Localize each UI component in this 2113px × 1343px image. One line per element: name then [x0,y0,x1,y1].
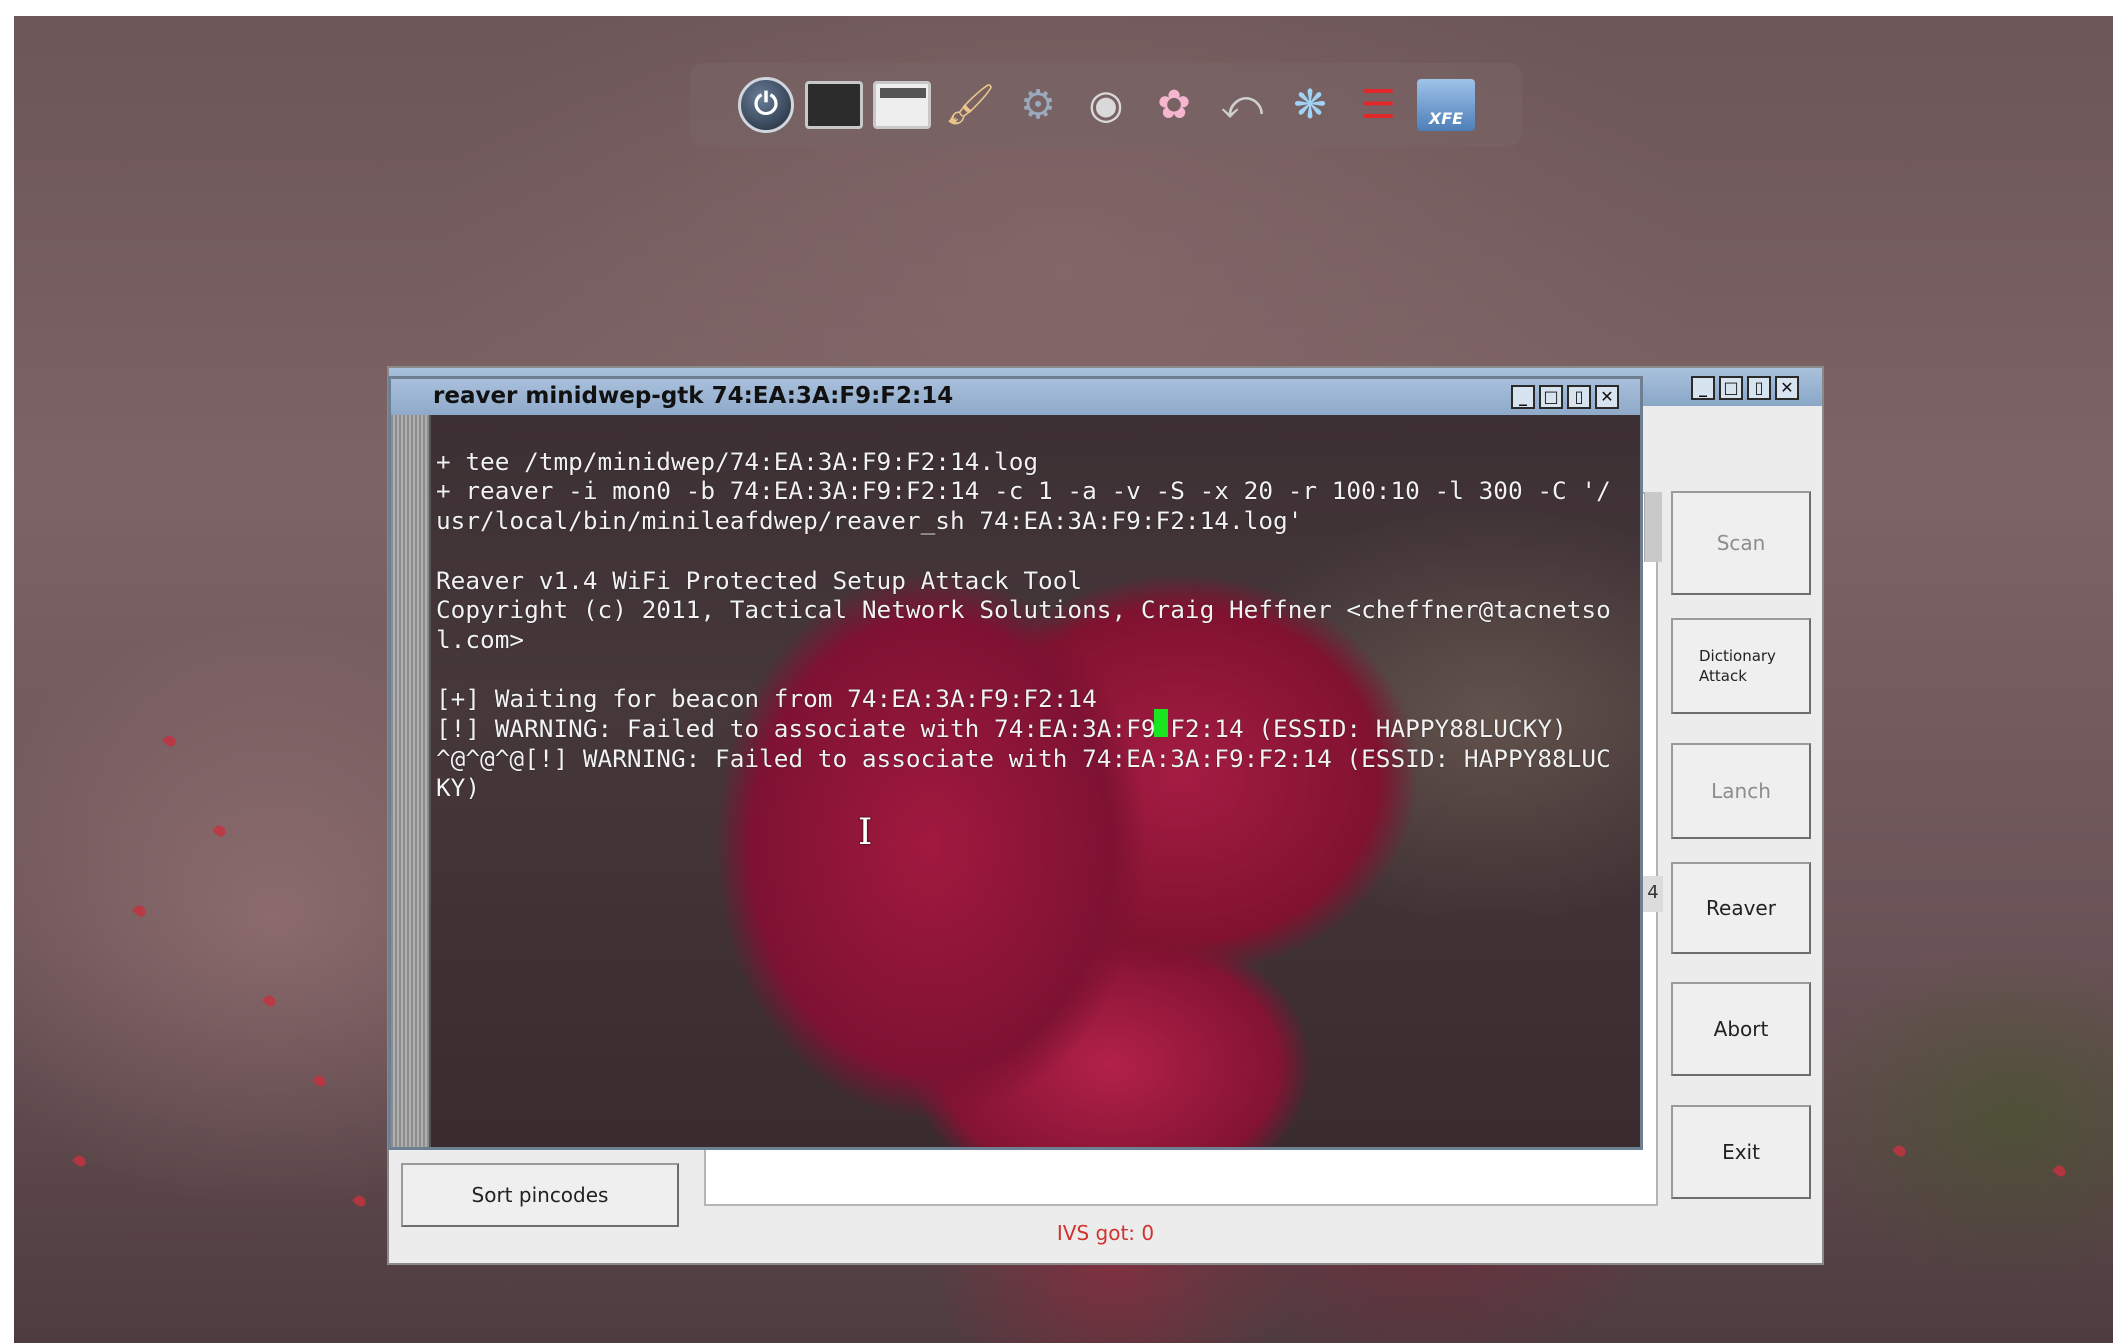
terminal-line: [+] Waiting for beacon from 74:EA:3A:F9:… [436,684,1097,714]
close-icon[interactable]: ✕ [1595,385,1619,409]
terminal-title: reaver minidwep-gtk 74:EA:3A:F9:F2:14 [433,383,954,409]
terminal-line: [!] WARNING: Failed to associate with 74… [436,714,1567,744]
baby-bottle-icon[interactable]: ✿ [1143,74,1205,136]
sort-pincodes-button[interactable]: Sort pincodes [401,1163,679,1227]
maximize-icon[interactable]: ▯ [1747,376,1771,400]
minimize-icon[interactable]: _ [1691,376,1715,400]
terminal-line: + reaver -i mon0 -b 74:EA:3A:F9:F2:14 -c… [436,476,1611,506]
restore-icon[interactable]: □ [1719,376,1743,400]
settings-panel-icon[interactable]: ⚙ [1007,74,1069,136]
scan-button[interactable]: Scan [1671,491,1811,595]
wallpaper-petal [312,1073,328,1089]
wallpaper-petal [352,1193,368,1209]
terminal-line: l.com> [436,624,525,654]
terminal-line: usr/local/bin/minileafdwep/reaver_sh 74:… [436,506,1303,536]
terminal-line: Reaver v1.4 WiFi Protected Setup Attack … [436,565,1083,595]
terminal-line: ​ [436,655,1636,685]
network-icon[interactable]: ❋ [1279,74,1341,136]
list-scrollbar[interactable] [1644,492,1662,562]
xfe-label: XFE [1417,79,1475,131]
terminal-cursor [1154,709,1168,737]
wallpaper-petal [72,1153,88,1169]
dictionary-attack-label-line1: Dictionary [1699,647,1776,665]
wallpaper-petal [262,993,278,1009]
wallpaper-petal [1892,1143,1908,1159]
terminal-titlebar: reaver minidwep-gtk 74:EA:3A:F9:F2:14 _ … [391,379,1640,415]
minimize-icon[interactable]: _ [1511,385,1535,409]
terminal-icon[interactable] [803,74,865,136]
power-icon[interactable]: ⏻ [735,74,797,136]
list-partial-value: 4 [1643,876,1663,912]
terminal-scrollbar[interactable] [391,415,431,1147]
exit-button[interactable]: Exit [1671,1105,1811,1199]
terminal-line: Copyright (c) 2011, Tactical Network Sol… [436,595,1611,625]
wallpaper-petal [162,733,178,749]
text-cursor-icon: I [858,812,873,853]
abort-button[interactable]: Abort [1671,982,1811,1076]
terminal-output-area[interactable]: + tee /tmp/minidwep/74:EA:3A:F9:F2:14.lo… [391,415,1640,1147]
application-dock: ⏻ 🖌 ⚙ ◉ ✿ ⤺ ❋ ☰ XFE [690,63,1522,147]
wallpaper-petal [132,903,148,919]
reaver-terminal-window: reaver minidwep-gtk 74:EA:3A:F9:F2:14 _ … [388,376,1643,1150]
paint-brush-icon[interactable]: 🖌 [939,74,1001,136]
restore-icon[interactable]: □ [1539,385,1563,409]
terminal-line: ​ [436,536,1636,566]
ivs-status-label: IVS got: 0 [1056,1221,1155,1245]
terminal-line: + tee /tmp/minidwep/74:EA:3A:F9:F2:14.lo… [436,446,1039,476]
terminal-line: KY) [436,773,481,803]
terminal-window-icon[interactable] [871,74,933,136]
terminal-output: + tee /tmp/minidwep/74:EA:3A:F9:F2:14.lo… [436,417,1636,863]
terminal-line: ^@^@^@[!] WARNING: Failed to associate w… [436,743,1611,773]
wallpaper-petal [2052,1163,2068,1179]
disk-utility-icon[interactable]: ◉ [1075,74,1137,136]
xfe-file-manager-icon[interactable]: XFE [1415,74,1477,136]
dictionary-attack-label-line2: Attack [1699,667,1747,685]
wifi-icon[interactable]: ☰ [1347,74,1409,136]
wallpaper-petal [212,823,228,839]
close-icon[interactable]: ✕ [1775,376,1799,400]
lanch-button[interactable]: Lanch [1671,743,1811,839]
dictionary-attack-button[interactable]: Dictionary Attack [1671,618,1811,714]
maximize-icon[interactable]: ▯ [1567,385,1591,409]
mount-tool-icon[interactable]: ⤺ [1211,74,1273,136]
reaver-button[interactable]: Reaver [1671,862,1811,954]
